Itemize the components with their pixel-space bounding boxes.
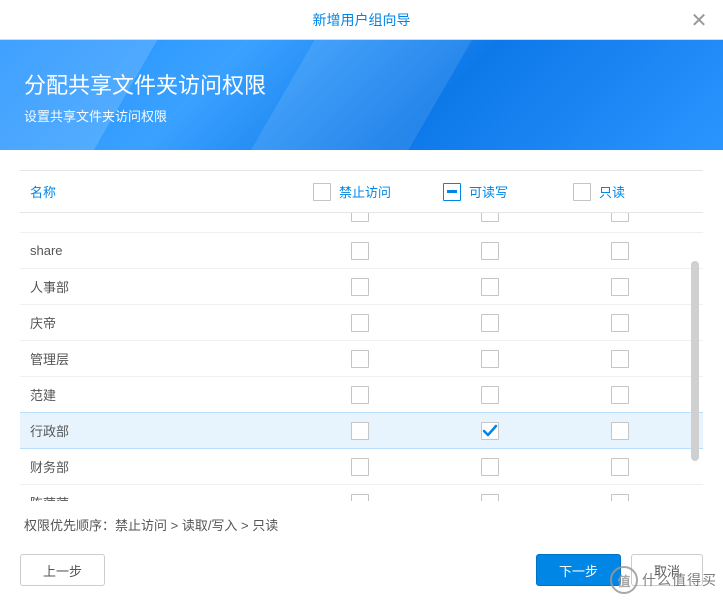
- read-only-checkbox[interactable]: [611, 213, 629, 222]
- table-header: 名称 禁止访问 可读写 只读: [20, 171, 703, 213]
- table-row[interactable]: [20, 213, 703, 233]
- read-write-checkbox[interactable]: [481, 213, 499, 222]
- table-row[interactable]: 人事部: [20, 269, 703, 305]
- col-header-no-access: 禁止访问: [295, 182, 425, 201]
- no-access-checkbox[interactable]: [351, 494, 369, 502]
- read-write-checkbox[interactable]: [481, 278, 499, 296]
- table-row[interactable]: 陈萍萍: [20, 485, 703, 501]
- col-header-name[interactable]: 名称: [20, 182, 295, 201]
- table-row[interactable]: 行政部: [20, 412, 703, 449]
- no-access-checkbox[interactable]: [351, 386, 369, 404]
- read-write-checkbox[interactable]: [481, 422, 499, 440]
- close-icon[interactable]: ✕: [687, 8, 711, 32]
- table-row[interactable]: 庆帝: [20, 305, 703, 341]
- read-only-checkbox[interactable]: [611, 386, 629, 404]
- read-only-checkbox[interactable]: [611, 242, 629, 260]
- table-row[interactable]: share: [20, 233, 703, 269]
- table-row[interactable]: 范建: [20, 377, 703, 413]
- no-access-checkbox[interactable]: [351, 242, 369, 260]
- table-row[interactable]: 管理层: [20, 341, 703, 377]
- col-label-read-write: 可读写: [469, 182, 508, 201]
- col-header-read-only: 只读: [555, 182, 685, 201]
- prev-button[interactable]: 上一步: [20, 554, 105, 586]
- read-only-checkbox[interactable]: [611, 458, 629, 476]
- folder-name: share: [20, 243, 295, 258]
- read-write-checkbox[interactable]: [481, 386, 499, 404]
- priority-order-text: 权限优先顺序：禁止访问 > 读取/写入 > 只读: [20, 501, 703, 534]
- no-access-checkbox[interactable]: [351, 458, 369, 476]
- folder-name: 人事部: [20, 277, 295, 296]
- read-write-checkbox[interactable]: [481, 242, 499, 260]
- titlebar: 新增用户组向导 ✕: [0, 0, 723, 40]
- read-write-checkbox[interactable]: [481, 314, 499, 332]
- no-access-checkbox[interactable]: [351, 350, 369, 368]
- no-access-checkbox[interactable]: [351, 213, 369, 222]
- read-only-checkbox[interactable]: [611, 422, 629, 440]
- table-row[interactable]: 财务部: [20, 449, 703, 485]
- no-access-checkbox[interactable]: [351, 314, 369, 332]
- folder-name: 范建: [20, 385, 295, 404]
- read-only-checkbox[interactable]: [611, 350, 629, 368]
- col-label-read-only: 只读: [599, 182, 625, 201]
- scrollbar-thumb[interactable]: [691, 261, 699, 461]
- footer-right: 下一步 取消: [536, 554, 703, 586]
- no-access-checkbox[interactable]: [351, 278, 369, 296]
- folder-name: 行政部: [20, 421, 295, 440]
- banner-title: 分配共享文件夹访问权限: [24, 68, 699, 100]
- content-area: 名称 禁止访问 可读写 只读 share人事部庆帝管理层范建行政部财务部陈萍萍 …: [0, 150, 723, 534]
- folder-name: 陈萍萍: [20, 493, 295, 501]
- read-write-checkbox[interactable]: [481, 494, 499, 502]
- read-only-checkbox[interactable]: [611, 494, 629, 502]
- read-write-checkbox[interactable]: [481, 350, 499, 368]
- next-button[interactable]: 下一步: [536, 554, 621, 586]
- read-write-checkbox[interactable]: [481, 458, 499, 476]
- footer: 上一步 下一步 取消: [0, 534, 723, 602]
- read-only-checkbox[interactable]: [611, 314, 629, 332]
- cancel-button[interactable]: 取消: [631, 554, 703, 586]
- table-body: share 人事部庆帝管理层范建行政部财务部陈萍萍: [20, 213, 703, 501]
- select-all-no-access-checkbox[interactable]: [313, 183, 331, 201]
- select-all-read-write-checkbox[interactable]: [443, 183, 461, 201]
- no-access-checkbox[interactable]: [351, 422, 369, 440]
- folder-name: 财务部: [20, 457, 295, 476]
- col-header-read-write: 可读写: [425, 182, 555, 201]
- select-all-read-only-checkbox[interactable]: [573, 183, 591, 201]
- permissions-table: 名称 禁止访问 可读写 只读 share 人事部庆帝管理层范建行政部财务部陈萍萍: [20, 170, 703, 501]
- col-label-no-access: 禁止访问: [339, 182, 391, 201]
- banner: 分配共享文件夹访问权限 设置共享文件夹访问权限: [0, 40, 723, 150]
- dialog-title: 新增用户组向导: [313, 10, 411, 30]
- folder-name: 庆帝: [20, 313, 295, 332]
- read-only-checkbox[interactable]: [611, 278, 629, 296]
- folder-name: 管理层: [20, 349, 295, 368]
- banner-subtitle: 设置共享文件夹访问权限: [24, 106, 699, 125]
